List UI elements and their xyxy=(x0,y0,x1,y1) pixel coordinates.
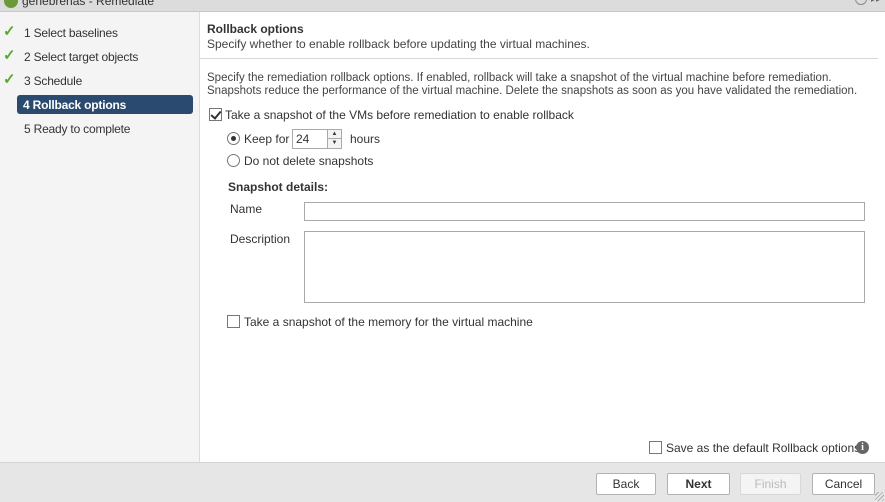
page-title: Rollback options xyxy=(207,22,304,36)
step-select-baselines[interactable]: ✓ 1 Select baselines xyxy=(0,23,200,43)
finish-button: Finish xyxy=(740,473,801,495)
snapshot-name-input[interactable] xyxy=(304,202,865,221)
check-icon: ✓ xyxy=(3,71,16,88)
step-ready-to-complete[interactable]: 5 Ready to complete xyxy=(0,119,200,139)
memory-snapshot-checkbox[interactable] xyxy=(227,315,240,328)
description-text: Specify the remediation rollback options… xyxy=(207,72,858,97)
save-default-checkbox[interactable] xyxy=(649,441,662,454)
step-label: 3 Schedule xyxy=(24,74,83,88)
keep-hours-stepper[interactable]: 24 ▲ ▼ xyxy=(292,129,342,149)
description-label: Description xyxy=(230,232,291,246)
name-label: Name xyxy=(230,202,263,216)
help-icon[interactable] xyxy=(855,0,867,5)
stepper-buttons: ▲ ▼ xyxy=(327,130,341,148)
next-button[interactable]: Next xyxy=(667,473,730,495)
page-subtitle: Specify whether to enable rollback befor… xyxy=(207,37,590,51)
info-icon[interactable]: i xyxy=(856,441,869,454)
do-not-delete-radio[interactable] xyxy=(227,154,240,167)
step-label: 5 Ready to complete xyxy=(24,122,131,136)
expand-icon[interactable]: ▸▸ xyxy=(871,0,881,5)
save-default-label: Save as the default Rollback options xyxy=(666,441,861,455)
snapshot-details-heading: Snapshot details: xyxy=(228,180,329,194)
wizard-steps-sidebar: ✓ 1 Select baselines ✓ 2 Select target o… xyxy=(0,12,200,462)
keep-hours-value: 24 xyxy=(296,132,310,146)
title-bar: genebrenas - Remediate ▸▸ xyxy=(0,0,885,12)
do-not-delete-label: Do not delete snapshots xyxy=(244,154,374,168)
wizard-icon xyxy=(4,0,18,8)
hours-unit-label: hours xyxy=(350,132,381,146)
step-select-target-objects[interactable]: ✓ 2 Select target objects xyxy=(0,47,200,67)
check-icon: ✓ xyxy=(3,47,16,64)
resize-grip[interactable] xyxy=(875,492,884,501)
window-title: genebrenas - Remediate xyxy=(22,0,155,8)
step-rollback-options[interactable]: 4 Rollback options xyxy=(17,95,193,114)
increment-arrow-icon[interactable]: ▲ xyxy=(328,130,341,139)
memory-snapshot-label: Take a snapshot of the memory for the vi… xyxy=(244,315,533,329)
keep-for-radio[interactable] xyxy=(227,132,240,145)
divider xyxy=(200,58,878,59)
snapshot-description-textarea[interactable] xyxy=(304,231,865,303)
cancel-button[interactable]: Cancel xyxy=(812,473,875,495)
step-schedule[interactable]: ✓ 3 Schedule xyxy=(0,71,200,91)
check-icon: ✓ xyxy=(3,23,16,40)
wizard-footer: Back Next Finish Cancel xyxy=(0,462,885,502)
step-label: 2 Select target objects xyxy=(24,50,139,64)
keep-for-label: Keep for xyxy=(244,132,290,146)
step-label: 4 Rollback options xyxy=(23,98,127,112)
back-button[interactable]: Back xyxy=(596,473,656,495)
decrement-arrow-icon[interactable]: ▼ xyxy=(328,139,341,148)
enable-snapshot-checkbox[interactable] xyxy=(209,108,222,121)
enable-snapshot-label: Take a snapshot of the VMs before remedi… xyxy=(225,108,574,122)
step-label: 1 Select baselines xyxy=(24,26,118,40)
